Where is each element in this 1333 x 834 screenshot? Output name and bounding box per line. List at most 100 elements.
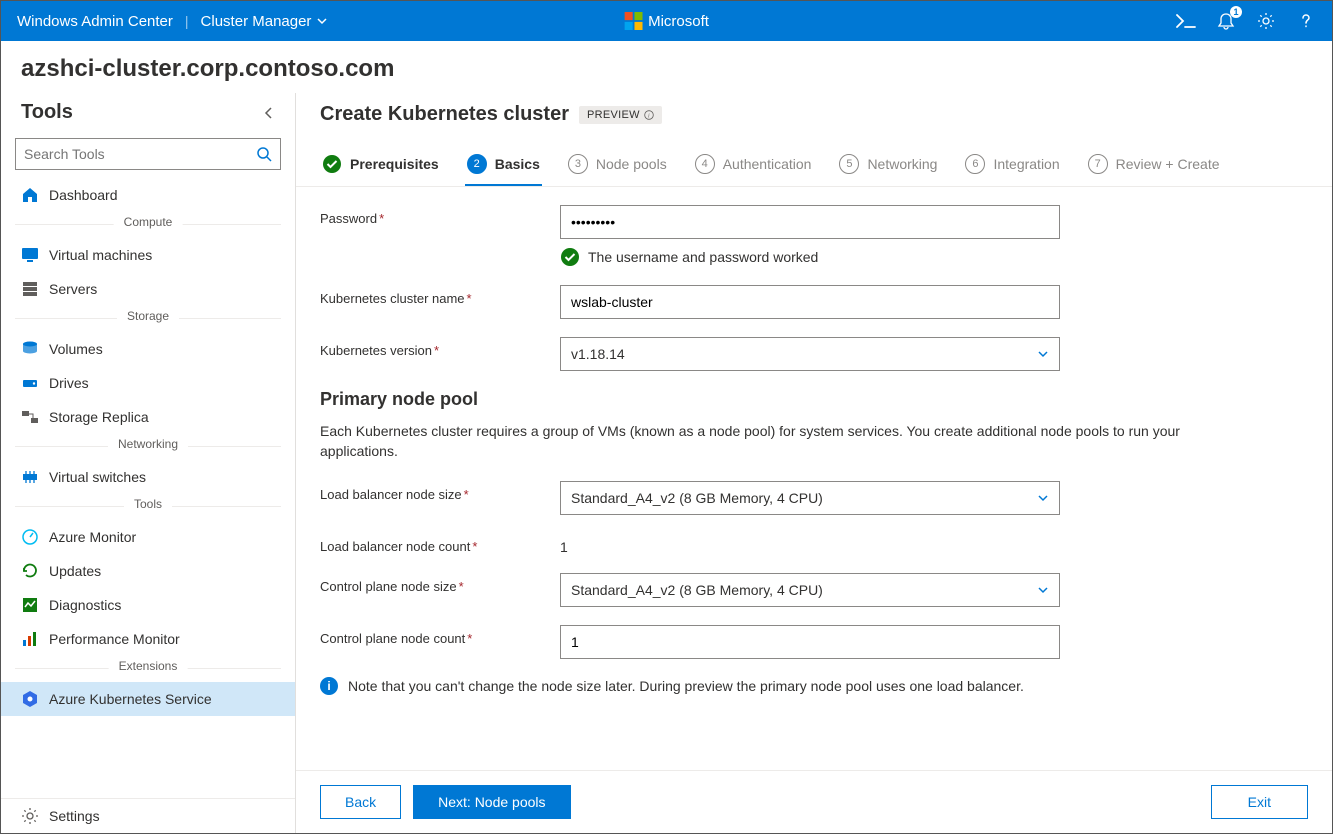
row-password: Password* The username and password work… — [320, 205, 1298, 267]
cp-count-input[interactable] — [560, 625, 1060, 659]
sidebar-item-label: Drives — [49, 375, 89, 391]
section-description: Each Kubernetes cluster requires a group… — [320, 422, 1240, 461]
step-prerequisites[interactable]: Prerequisites — [320, 144, 441, 186]
server-icon — [21, 280, 39, 298]
powershell-icon — [1176, 14, 1196, 28]
sidebar-item-virtual-machines[interactable]: Virtual machines — [1, 238, 295, 272]
sidebar-item-storage-replica[interactable]: Storage Replica — [1, 400, 295, 434]
row-lb-count: Load balancer node count* 1 — [320, 533, 1298, 555]
password-input[interactable] — [560, 205, 1060, 239]
step-number: 7 — [1088, 154, 1108, 174]
help-button[interactable] — [1296, 11, 1316, 31]
lb-size-label: Load balancer node size* — [320, 481, 560, 502]
form-area: Password* The username and password work… — [296, 187, 1332, 770]
validation-message: The username and password worked — [560, 247, 1060, 267]
step-label: Basics — [495, 156, 540, 172]
drives-icon — [21, 374, 39, 392]
step-label: Review + Create — [1116, 156, 1220, 172]
cp-count-label: Control plane node count* — [320, 625, 560, 646]
sidebar-item-settings[interactable]: Settings — [1, 799, 295, 833]
version-select[interactable]: v1.18.14 — [560, 337, 1060, 371]
page-title: azshci-cluster.corp.contoso.com — [21, 55, 1312, 83]
sidebar-item-dashboard[interactable]: Dashboard — [1, 178, 295, 212]
wizard-steps: Prerequisites 2 Basics 3 Node pools 4 Au… — [296, 144, 1332, 187]
gear-icon — [1257, 12, 1275, 30]
cluster-name-input[interactable] — [560, 285, 1060, 319]
sidebar-item-azure-monitor[interactable]: Azure Monitor — [1, 520, 295, 554]
sidebar-item-drives[interactable]: Drives — [1, 366, 295, 400]
step-networking[interactable]: 5 Networking — [837, 144, 939, 186]
step-number: 3 — [568, 154, 588, 174]
sidebar-item-label: Virtual machines — [49, 247, 152, 263]
sidebar-item-updates[interactable]: Updates — [1, 554, 295, 588]
lb-count-value: 1 — [560, 533, 1060, 555]
chevron-down-icon — [1037, 348, 1049, 360]
row-cp-count: Control plane node count* — [320, 625, 1298, 659]
sidebar-footer: Settings — [1, 798, 295, 833]
row-cluster-name: Kubernetes cluster name* — [320, 285, 1298, 319]
sidebar-item-aks[interactable]: Azure Kubernetes Service — [1, 682, 295, 716]
notifications-button[interactable]: 1 — [1216, 11, 1236, 31]
search-wrap — [1, 138, 295, 178]
select-value: v1.18.14 — [571, 346, 625, 362]
create-title-row: Create Kubernetes cluster PREVIEW i — [320, 103, 1308, 126]
step-label: Authentication — [723, 156, 812, 172]
sidebar-item-servers[interactable]: Servers — [1, 272, 295, 306]
lb-count-label: Load balancer node count* — [320, 533, 560, 554]
sidebar-item-label: Diagnostics — [49, 597, 121, 613]
sidebar-item-virtual-switches[interactable]: Virtual switches — [1, 460, 295, 494]
page-title-row: azshci-cluster.corp.contoso.com — [1, 41, 1332, 93]
exit-button[interactable]: Exit — [1211, 785, 1308, 819]
monitor-icon — [21, 246, 39, 264]
switch-icon — [21, 468, 39, 486]
perf-icon — [21, 630, 39, 648]
select-value: Standard_A4_v2 (8 GB Memory, 4 CPU) — [571, 490, 823, 506]
cp-size-label: Control plane node size* — [320, 573, 560, 594]
cluster-name-label: Kubernetes cluster name* — [320, 285, 560, 306]
row-cp-size: Control plane node size* Standard_A4_v2 … — [320, 573, 1298, 607]
top-header: Windows Admin Center | Cluster Manager M… — [1, 1, 1332, 41]
sidebar-item-volumes[interactable]: Volumes — [1, 332, 295, 366]
cp-size-select[interactable]: Standard_A4_v2 (8 GB Memory, 4 CPU) — [560, 573, 1060, 607]
nav-group-tools: Tools — [1, 498, 295, 514]
home-icon — [21, 186, 39, 204]
sidebar-item-label: Volumes — [49, 341, 103, 357]
settings-button[interactable] — [1256, 11, 1276, 31]
sidebar-item-performance-monitor[interactable]: Performance Monitor — [1, 622, 295, 656]
nav-group-networking: Networking — [1, 438, 295, 454]
search-field[interactable] — [24, 146, 256, 162]
step-review-create[interactable]: 7 Review + Create — [1086, 144, 1222, 186]
context-selector[interactable]: Cluster Manager — [201, 13, 328, 30]
step-authentication[interactable]: 4 Authentication — [693, 144, 814, 186]
select-value: Standard_A4_v2 (8 GB Memory, 4 CPU) — [571, 582, 823, 598]
updates-icon — [21, 562, 39, 580]
svg-text:i: i — [648, 113, 650, 119]
powershell-button[interactable] — [1176, 11, 1196, 31]
brand: Microsoft — [624, 12, 709, 30]
step-number: 4 — [695, 154, 715, 174]
tools-heading: Tools — [21, 101, 73, 124]
row-lb-size: Load balancer node size* Standard_A4_v2 … — [320, 481, 1298, 515]
row-kubernetes-version: Kubernetes version* v1.18.14 — [320, 337, 1298, 371]
step-basics[interactable]: 2 Basics — [465, 144, 542, 186]
back-button[interactable]: Back — [320, 785, 401, 819]
info-note: i Note that you can't change the node si… — [320, 677, 1298, 695]
step-integration[interactable]: 6 Integration — [963, 144, 1061, 186]
collapse-sidebar-button[interactable] — [263, 106, 275, 120]
step-number: 6 — [965, 154, 985, 174]
search-tools-input[interactable] — [15, 138, 281, 170]
lb-size-select[interactable]: Standard_A4_v2 (8 GB Memory, 4 CPU) — [560, 481, 1060, 515]
chevron-down-icon — [317, 16, 327, 26]
replica-icon — [21, 408, 39, 426]
next-button[interactable]: Next: Node pools — [413, 785, 570, 819]
tools-header: Tools — [1, 93, 295, 138]
sidebar-item-diagnostics[interactable]: Diagnostics — [1, 588, 295, 622]
nav: Dashboard Compute Virtual machines Serve… — [1, 178, 295, 798]
diagnostics-icon — [21, 596, 39, 614]
brand-label: Microsoft — [648, 13, 709, 30]
success-icon — [560, 247, 580, 267]
notification-badge: 1 — [1230, 6, 1242, 18]
step-node-pools[interactable]: 3 Node pools — [566, 144, 669, 186]
microsoft-logo-icon — [624, 12, 642, 30]
step-number: 5 — [839, 154, 859, 174]
